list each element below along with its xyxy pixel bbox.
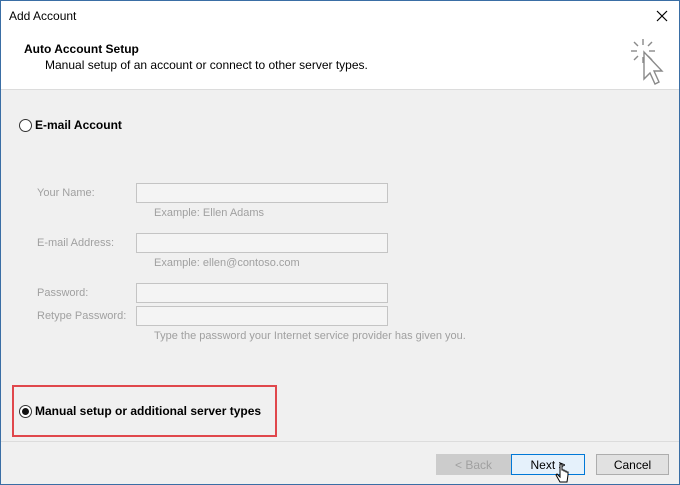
email-address-input[interactable]	[136, 233, 388, 253]
your-name-hint: Example: Ellen Adams	[154, 207, 265, 219]
your-name-label: Your Name:	[37, 187, 95, 199]
cursor-sparkle-icon	[631, 39, 664, 85]
footer-divider	[1, 441, 679, 442]
cancel-button[interactable]: Cancel	[596, 454, 669, 475]
email-account-option[interactable]: E-mail Account	[19, 118, 122, 132]
email-address-label: E-mail Address:	[37, 237, 115, 249]
password-input[interactable]	[136, 283, 388, 303]
wizard-header: Auto Account Setup Manual setup of an ac…	[1, 31, 679, 90]
retype-password-input[interactable]	[136, 306, 388, 326]
add-account-dialog: Add Account Auto Account Setup Manual se…	[0, 0, 680, 485]
next-button[interactable]: Next >	[511, 454, 585, 475]
header-title: Auto Account Setup	[24, 42, 139, 56]
back-button[interactable]: < Back	[436, 454, 511, 475]
password-label: Password:	[37, 287, 89, 299]
header-subtitle: Manual setup of an account or connect to…	[45, 58, 368, 72]
email-account-radio[interactable]	[19, 118, 32, 132]
your-name-input[interactable]	[136, 183, 388, 203]
email-address-hint: Example: ellen@contoso.com	[154, 257, 300, 269]
mouse-pointer-icon	[555, 463, 569, 483]
window-title: Add Account	[9, 9, 77, 23]
close-icon	[656, 10, 668, 22]
close-button[interactable]	[645, 1, 679, 31]
retype-password-label: Retype Password:	[37, 310, 127, 322]
highlight-annotation	[12, 385, 277, 437]
retype-password-hint: Type the password your Internet service …	[154, 330, 466, 342]
email-account-label: E-mail Account	[35, 118, 122, 132]
title-bar: Add Account	[1, 1, 679, 31]
